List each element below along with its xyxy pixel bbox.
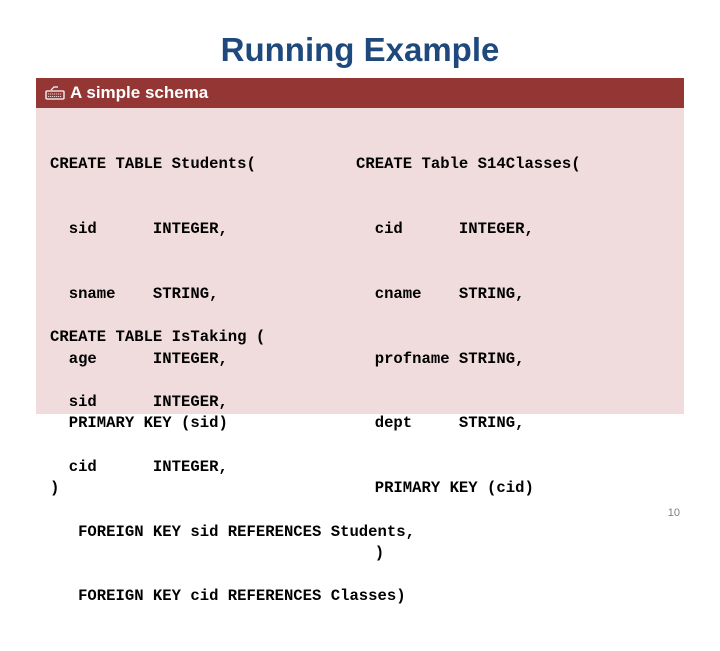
code-line: sid INTEGER, — [50, 219, 228, 238]
slide-title: Running Example — [220, 31, 500, 68]
panel-header-label: A simple schema — [70, 83, 209, 102]
code-line: CREATE TABLE IsTaking ( — [50, 328, 266, 347]
keyboard-icon — [45, 85, 65, 101]
code-line: cid INTEGER, — [50, 457, 228, 476]
page-number: 10 — [667, 507, 680, 519]
code-line: FOREIGN KEY cid REFERENCES Classes) — [50, 587, 406, 606]
code-line: CREATE Table S14Classes( — [356, 155, 581, 174]
code-line: sid INTEGER, — [50, 392, 228, 411]
istaking-table-definition: CREATE TABLE IsTaking ( sid INTEGER, cid… — [50, 284, 415, 651]
code-line: cid INTEGER, — [356, 219, 534, 238]
panel-header: A simple schema — [36, 78, 684, 108]
schema-panel: A simple schema CREATE TABLE Students( s… — [36, 78, 684, 605]
code-line: CREATE TABLE Students( — [50, 155, 256, 174]
